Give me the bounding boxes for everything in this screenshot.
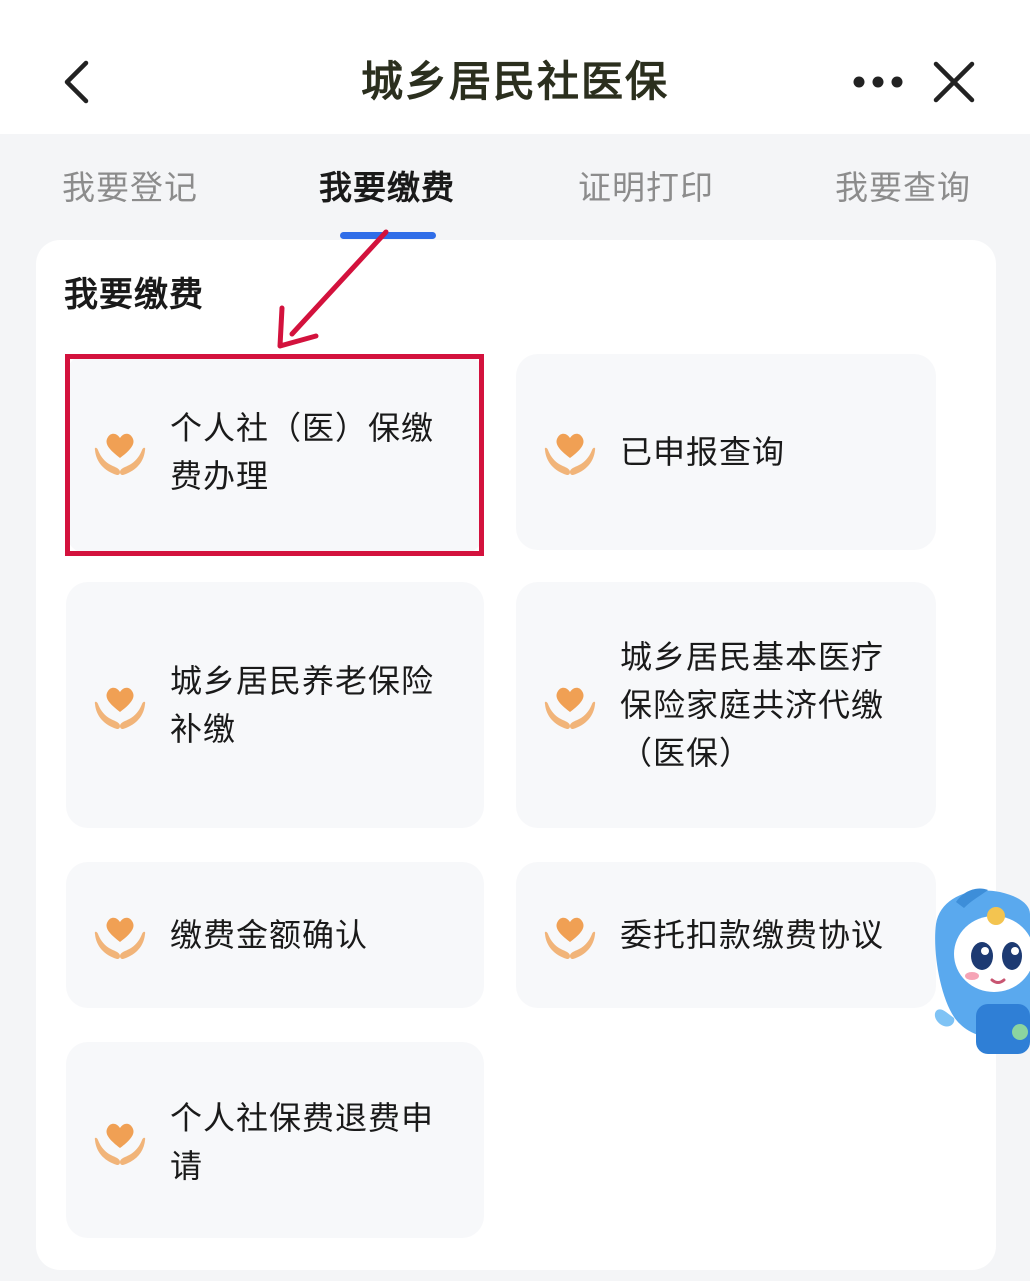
service-label: 城乡居民养老保险补缴 bbox=[170, 662, 435, 748]
active-tab-indicator bbox=[340, 232, 436, 239]
heart-hands-icon bbox=[544, 917, 596, 959]
heart-hands-icon bbox=[94, 917, 146, 959]
tab-bar: 我要登记 我要缴费 证明打印 我要查询 bbox=[0, 134, 1030, 244]
mascot-icon[interactable] bbox=[926, 884, 1030, 1076]
service-card-personal-payment[interactable]: 个人社（医）保缴费办理 bbox=[66, 354, 484, 554]
service-label: 缴费金额确认 bbox=[170, 916, 369, 954]
service-label: 委托扣款缴费协议 bbox=[620, 916, 885, 954]
tab-query[interactable]: 我要查询 bbox=[835, 166, 971, 210]
service-card-declared-query[interactable]: 已申报查询 bbox=[516, 354, 936, 550]
close-button[interactable] bbox=[928, 56, 980, 108]
service-card-pension-supplement[interactable]: 城乡居民养老保险补缴 bbox=[66, 582, 484, 828]
close-icon bbox=[933, 61, 975, 103]
service-label: 城乡居民基本医疗保险家庭共济代缴（医保） bbox=[620, 638, 885, 772]
service-card-refund-request[interactable]: 个人社保费退费申请 bbox=[66, 1042, 484, 1238]
tab-register[interactable]: 我要登记 bbox=[62, 166, 198, 210]
service-card-amount-confirm[interactable]: 缴费金额确认 bbox=[66, 862, 484, 1008]
service-label: 已申报查询 bbox=[620, 433, 786, 471]
heart-hands-icon bbox=[94, 687, 146, 729]
heart-hands-icon bbox=[544, 433, 596, 475]
top-bar: 城乡居民社医保 bbox=[0, 0, 1030, 134]
section-title: 我要缴费 bbox=[64, 275, 204, 315]
tab-certificate-print[interactable]: 证明打印 bbox=[578, 166, 714, 210]
service-label: 个人社（医）保缴费办理 bbox=[170, 409, 435, 495]
heart-hands-icon bbox=[544, 687, 596, 729]
heart-hands-icon bbox=[94, 1123, 146, 1165]
service-label: 个人社保费退费申请 bbox=[170, 1099, 435, 1185]
service-card-entrusted-deduction[interactable]: 委托扣款缴费协议 bbox=[516, 862, 936, 1008]
more-dots-icon bbox=[853, 76, 903, 88]
more-button[interactable] bbox=[848, 62, 908, 102]
heart-hands-icon bbox=[94, 433, 146, 475]
tab-payment[interactable]: 我要缴费 bbox=[319, 166, 455, 210]
service-card-family-medical-payment[interactable]: 城乡居民基本医疗保险家庭共济代缴（医保） bbox=[516, 582, 936, 828]
